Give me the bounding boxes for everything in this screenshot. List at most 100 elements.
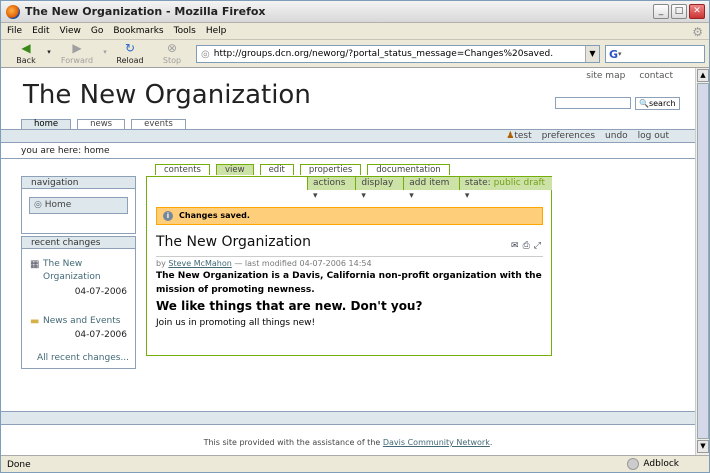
- status-bar: Done Adblock: [1, 455, 709, 473]
- menu-help[interactable]: Help: [206, 26, 227, 36]
- menu-bar: File Edit View Go Bookmarks Tools Help ⚙: [1, 23, 709, 40]
- window-title: The New Organization - Mozilla Firefox: [25, 5, 266, 18]
- scroll-up-icon[interactable]: ▲: [697, 69, 709, 82]
- stop-button[interactable]: ⊗ Stop: [157, 41, 187, 66]
- tab-edit[interactable]: edit: [259, 164, 294, 175]
- document-title: The New Organization: [156, 234, 311, 250]
- scroll-down-icon[interactable]: ▼: [697, 440, 709, 453]
- fullscreen-icon[interactable]: ⤢: [534, 241, 541, 251]
- maximize-button[interactable]: □: [671, 4, 687, 19]
- logout-link[interactable]: log out: [638, 131, 669, 141]
- menu-tools[interactable]: Tools: [174, 26, 196, 36]
- back-history-dropdown[interactable]: ▾: [45, 48, 53, 56]
- content-views: contents view edit properties documentat…: [155, 164, 450, 175]
- add-item-menu[interactable]: add item ▾: [403, 177, 459, 201]
- state-menu[interactable]: state: public draft ▾: [458, 177, 552, 201]
- url-history-dropdown[interactable]: ▼: [585, 46, 599, 62]
- reload-icon: ↻: [124, 41, 136, 55]
- chevron-down-icon: ▾: [464, 191, 470, 201]
- menu-view[interactable]: View: [60, 26, 81, 36]
- menu-file[interactable]: File: [7, 26, 22, 36]
- preferences-link[interactable]: preferences: [542, 131, 595, 141]
- search-engine-dropdown-icon[interactable]: ▾: [618, 50, 622, 58]
- footer-bar: [1, 411, 695, 425]
- status-text: Done: [7, 459, 31, 470]
- back-button[interactable]: ◀ Back: [9, 41, 43, 66]
- stop-icon: ⊗: [166, 41, 178, 55]
- minimize-button[interactable]: _: [653, 4, 669, 19]
- recent-item-title[interactable]: News and Events: [43, 315, 120, 328]
- vertical-scrollbar[interactable]: ▲ ▼: [695, 68, 709, 455]
- all-recent-changes-link[interactable]: All recent changes...: [37, 353, 129, 363]
- recent-item-date: 04-07-2006: [74, 330, 127, 340]
- site-actions: site map contact: [586, 71, 673, 81]
- folder-icon: ◎: [34, 200, 42, 210]
- chevron-down-icon: ▾: [313, 191, 318, 201]
- content-paragraph: Join us in promoting all things new!: [156, 318, 316, 328]
- search-icon: 🔍: [639, 99, 649, 108]
- menu-bookmarks[interactable]: Bookmarks: [113, 26, 163, 36]
- recent-changes-portlet: recent changes ▦ The New Organization 04-…: [21, 236, 136, 369]
- personal-bar: ♟test preferences undo log out: [1, 129, 695, 143]
- throbber-icon: ⚙: [692, 25, 703, 39]
- tab-view[interactable]: view: [215, 164, 254, 175]
- tab-contents[interactable]: contents: [155, 164, 210, 175]
- page-icon: ◎: [201, 48, 210, 60]
- firefox-logo-icon: [6, 4, 20, 19]
- recent-item-title[interactable]: The New Organization: [43, 258, 101, 284]
- scroll-thumb[interactable]: [697, 83, 709, 439]
- undo-link[interactable]: undo: [605, 131, 628, 141]
- site-search: 🔍search: [555, 97, 680, 110]
- document-description: The New Organization is a Davis, Califor…: [156, 271, 542, 295]
- navigation-portlet: navigation ◎ Home: [21, 176, 136, 234]
- browser-window: The New Organization - Mozilla Firefox _…: [0, 0, 710, 473]
- menu-go[interactable]: Go: [91, 26, 103, 36]
- sitemap-link[interactable]: site map: [586, 71, 625, 81]
- page-content: site map contact The New Organization 🔍s…: [1, 68, 695, 455]
- forward-button[interactable]: ▶ Forward: [59, 42, 95, 66]
- display-menu[interactable]: display ▾: [355, 177, 403, 201]
- user-link[interactable]: ♟test: [506, 131, 531, 141]
- search-button[interactable]: 🔍search: [635, 97, 680, 110]
- tab-news[interactable]: news: [77, 119, 126, 129]
- site-logo[interactable]: The New Organization: [23, 80, 311, 110]
- adblock-label[interactable]: Adblock: [643, 459, 679, 469]
- recent-changes-header: recent changes: [22, 237, 135, 249]
- status-message: i Changes saved.: [156, 207, 543, 225]
- tab-properties[interactable]: properties: [299, 164, 362, 175]
- tab-documentation[interactable]: documentation: [367, 164, 450, 175]
- content-actions: actions ▾ display ▾ add item ▾ state: pu…: [307, 177, 552, 201]
- document-byline: by Steve McMahon — last modified 04-07-2…: [156, 256, 543, 268]
- search-box[interactable]: G ▾: [605, 45, 705, 63]
- folder-icon: ▬: [30, 316, 40, 327]
- document-icon: ▦: [30, 259, 40, 270]
- print-icon[interactable]: ⎙: [523, 241, 530, 251]
- portal-tabs: home news events: [21, 119, 186, 129]
- reload-button[interactable]: ↻ Reload: [113, 41, 147, 66]
- colophon: This site provided with the assistance o…: [203, 438, 493, 447]
- dcn-link[interactable]: Davis Community Network: [383, 438, 490, 447]
- content-area: actions ▾ display ▾ add item ▾ state: pu…: [146, 176, 552, 356]
- url-bar: ◎ ▼: [196, 45, 600, 63]
- breadcrumb-divider: [1, 158, 695, 159]
- email-icon[interactable]: ✉: [511, 241, 519, 251]
- contact-link[interactable]: contact: [639, 71, 673, 81]
- forward-history-dropdown[interactable]: ▾: [101, 48, 109, 56]
- info-icon: i: [163, 211, 173, 221]
- content-heading: We like things that are new. Don't you?: [156, 299, 423, 313]
- tab-events[interactable]: events: [131, 119, 186, 129]
- adblock-icon[interactable]: [627, 458, 639, 470]
- author-link[interactable]: Steve McMahon: [168, 259, 231, 268]
- actions-menu[interactable]: actions ▾: [307, 177, 355, 201]
- back-arrow-icon: ◀: [21, 41, 31, 55]
- close-button[interactable]: ✕: [689, 4, 705, 19]
- url-input[interactable]: [213, 49, 584, 59]
- chevron-down-icon: ▾: [409, 191, 414, 201]
- google-search-icon[interactable]: G: [609, 48, 618, 61]
- site-search-input[interactable]: [555, 97, 631, 109]
- tab-home[interactable]: home: [21, 119, 72, 129]
- document-actions: ✉ ⎙ ⤢: [511, 241, 541, 251]
- menu-edit[interactable]: Edit: [32, 26, 49, 36]
- breadcrumb: you are here: home: [21, 146, 110, 156]
- nav-home-item[interactable]: ◎ Home: [29, 197, 128, 214]
